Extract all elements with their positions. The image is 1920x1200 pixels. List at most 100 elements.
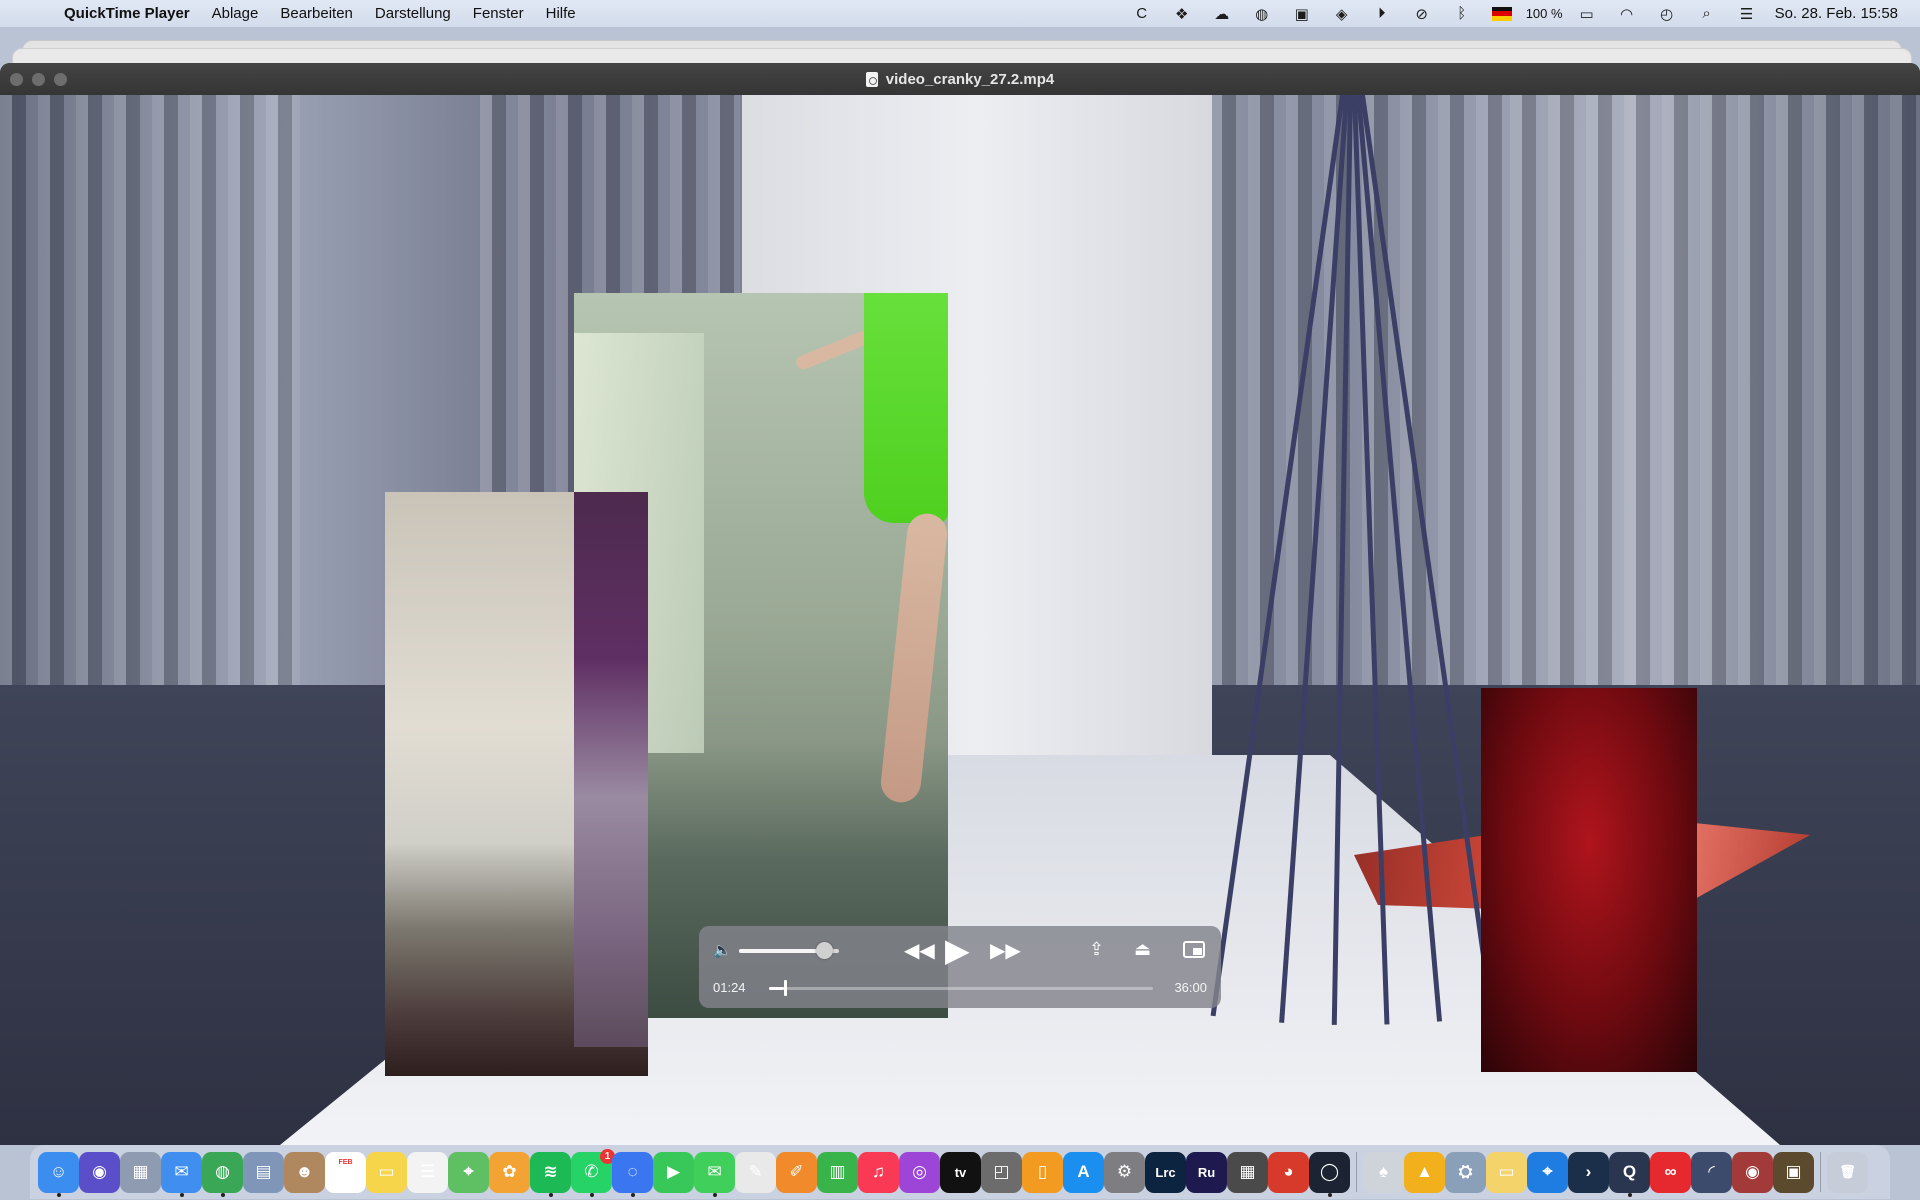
cleaner-icon[interactable]: ◍	[1242, 0, 1282, 27]
facetime-icon: ▶	[653, 1151, 694, 1193]
dock-item-safari[interactable]: ⌖	[1527, 1145, 1568, 1199]
menu-clock[interactable]: So. 28. Feb. 15:58	[1767, 5, 1920, 22]
running-indicator	[57, 1193, 61, 1197]
dock-item-cleaner-app[interactable]: ♠	[1363, 1145, 1404, 1199]
dropbox-icon[interactable]: ❖	[1162, 0, 1202, 27]
dock-item-arc-app[interactable]: ◜	[1691, 1145, 1732, 1199]
arc-app-icon: ◜	[1691, 1151, 1732, 1193]
dock-item-preview[interactable]: ▤	[243, 1145, 284, 1199]
menu-app-name[interactable]: QuickTime Player	[54, 5, 201, 22]
dock-item-lightroom-classic[interactable]: Lrc	[1145, 1145, 1186, 1199]
dock-item-stickies[interactable]: ▭	[1486, 1145, 1527, 1199]
zoom-button[interactable]	[54, 73, 67, 86]
wifi-icon[interactable]: ◠	[1607, 0, 1647, 27]
keychain-icon[interactable]: ▣	[1282, 0, 1322, 27]
dock-item-podcasts[interactable]: ◎	[899, 1145, 940, 1199]
menu-ablage[interactable]: Ablage	[201, 5, 270, 22]
flag-germany-icon[interactable]	[1482, 0, 1522, 27]
picture-in-picture-button[interactable]	[1183, 941, 1205, 958]
fast-forward-button[interactable]: ▶▶	[990, 941, 1021, 961]
dock-item-finder[interactable]: ☺	[38, 1145, 79, 1199]
volume-icon[interactable]: 🔈	[713, 941, 732, 959]
rewind-button[interactable]: ◀◀	[904, 941, 935, 961]
playback-controls[interactable]: 🔈 ◀◀ ▶ ▶▶ ⇪ ⏏ 01:24 36:00	[699, 926, 1221, 1008]
dock-item-apple-tv[interactable]: tv	[940, 1145, 981, 1199]
shortcuts-icon: ›	[1568, 1151, 1609, 1193]
dock-item-quicktime[interactable]: Q	[1609, 1145, 1650, 1199]
dock-item-pages[interactable]: ✐	[776, 1145, 817, 1199]
dock-item-system-preferences[interactable]: ⚙	[1104, 1145, 1145, 1199]
playhead[interactable]	[783, 980, 787, 996]
dock-item-siri[interactable]: ◉	[79, 1145, 120, 1199]
dock-item-shortcuts[interactable]: ›	[1568, 1145, 1609, 1199]
spotlight-icon[interactable]: ⌕	[1687, 0, 1727, 27]
dock-item-spotify[interactable]: ≋	[530, 1145, 571, 1199]
minimize-button[interactable]	[32, 73, 45, 86]
dock-item-launchpad[interactable]: ▦	[120, 1145, 161, 1199]
window-titlebar[interactable]: video_cranky_27.2.mp4	[0, 63, 1920, 95]
dock-item-premiere-rush[interactable]: Ru	[1186, 1145, 1227, 1199]
numbers-icon: ▥	[817, 1151, 858, 1193]
dock-item-signal[interactable]: ◌	[612, 1145, 653, 1199]
contacts-icon: ☻	[284, 1151, 325, 1193]
dock-item-reminders[interactable]: ☰	[407, 1145, 448, 1199]
dock-item-calendar[interactable]: FEB 28	[325, 1145, 366, 1199]
dock-item-photo-booth[interactable]: ◉	[1732, 1145, 1773, 1199]
dock-item-migration[interactable]: ⛭	[1445, 1145, 1486, 1199]
lightroom-classic-icon: Lrc	[1145, 1151, 1186, 1193]
cloud-upload-icon[interactable]: ☁	[1202, 0, 1242, 27]
dock-item-app-store[interactable]: A	[1063, 1145, 1104, 1199]
shortcut-icon[interactable]: ◈	[1322, 0, 1362, 27]
dock-item-image-capture[interactable]: ▣	[1773, 1145, 1814, 1199]
safari-icon: ⌖	[1527, 1151, 1568, 1193]
video-frame[interactable]: 🔈 ◀◀ ▶ ▶▶ ⇪ ⏏ 01:24 36:00	[0, 95, 1920, 1145]
play-button[interactable]: ▶	[945, 934, 970, 966]
menu-fenster[interactable]: Fenster	[462, 5, 535, 22]
volume-level	[739, 949, 824, 953]
menu-darstellung[interactable]: Darstellung	[364, 5, 462, 22]
dock-item-keynote[interactable]: ▲	[1404, 1145, 1445, 1199]
video-file-icon	[865, 71, 878, 87]
close-button[interactable]	[10, 73, 23, 86]
dock-item-calculator[interactable]: ▦	[1227, 1145, 1268, 1199]
dock-item-contacts[interactable]: ☻	[284, 1145, 325, 1199]
dock-item-books[interactable]: ▯	[1022, 1145, 1063, 1199]
dock-item-textedit[interactable]: ✎	[735, 1145, 776, 1199]
volume-knob[interactable]	[816, 942, 833, 959]
dock-item-mail[interactable]: ✉	[161, 1145, 202, 1199]
dock-item-screenshot[interactable]: ◰	[981, 1145, 1022, 1199]
timeline-scrubber[interactable]	[769, 980, 1153, 996]
dock-item-ring-app[interactable]: ◯	[1309, 1145, 1350, 1199]
menu-hilfe[interactable]: Hilfe	[535, 5, 587, 22]
dock-item-trash[interactable]: 🗑	[1827, 1145, 1868, 1199]
creative-cloud-icon[interactable]: C	[1122, 0, 1162, 27]
time-machine-icon[interactable]: ◴	[1647, 0, 1687, 27]
running-indicator	[180, 1193, 184, 1197]
dock-item-creative-cloud[interactable]: ∞	[1650, 1145, 1691, 1199]
dock-item-music[interactable]: ♫	[858, 1145, 899, 1199]
calendar-icon: FEB 28	[325, 1151, 366, 1193]
dock-item-facetime[interactable]: ▶	[653, 1145, 694, 1199]
dock-item-numbers[interactable]: ▥	[817, 1145, 858, 1199]
dock-item-maps[interactable]: ⌖	[448, 1145, 489, 1199]
menu-bearbeiten[interactable]: Bearbeiten	[269, 5, 364, 22]
control-center-icon[interactable]: ☰	[1727, 0, 1767, 27]
dock-item-chrome[interactable]: ◍	[202, 1145, 243, 1199]
maps-icon: ⌖	[448, 1151, 489, 1193]
dock-item-notes[interactable]: ▭	[366, 1145, 407, 1199]
wifi-off-icon[interactable]: ⊘	[1402, 0, 1442, 27]
finder-icon: ☺	[38, 1151, 79, 1193]
dancer-leg	[878, 511, 948, 805]
share-button[interactable]: ⇪	[1089, 940, 1104, 958]
battery-icon[interactable]: ▭	[1567, 0, 1607, 27]
dock-item-photos[interactable]: ✿	[489, 1145, 530, 1199]
calculator-icon: ▦	[1227, 1151, 1268, 1193]
airplay-button[interactable]: ⏏	[1134, 940, 1151, 958]
play-circle-icon[interactable]: ⏵	[1362, 0, 1402, 27]
bluetooth-icon[interactable]: ᛒ	[1442, 0, 1482, 27]
dock-item-whatsapp[interactable]: ✆ 1	[571, 1145, 615, 1199]
dock-item-pie-app[interactable]: ◕	[1268, 1145, 1309, 1199]
dock-item-messages[interactable]: ✉	[694, 1145, 735, 1199]
metal-rods	[1210, 95, 1495, 1025]
current-time: 01:24	[713, 980, 746, 995]
